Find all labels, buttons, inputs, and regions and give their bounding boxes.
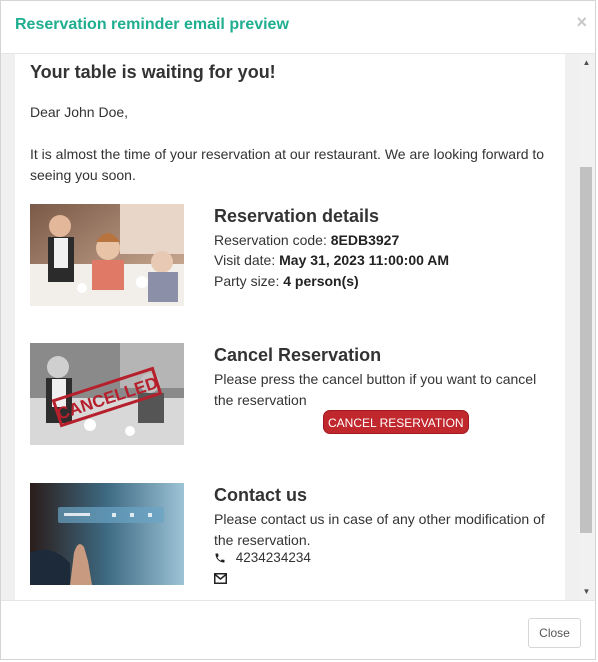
email-preview-modal: Reservation reminder email preview × You… [0, 0, 596, 660]
cancel-reservation-title: Cancel Reservation [214, 345, 382, 365]
scroll-up-arrow-icon[interactable]: ▲ [578, 54, 595, 71]
modal-footer: Close [1, 600, 595, 662]
email-intro: It is almost the time of your reservatio… [30, 146, 545, 183]
contact-us-text: Please contact us in case of any other m… [214, 511, 545, 548]
mail-icon[interactable] [214, 572, 227, 587]
close-icon[interactable]: × [576, 13, 587, 31]
contact-us-title: Contact us [214, 485, 308, 505]
modal-title: Reservation reminder email preview [15, 16, 289, 33]
cancelled-photo: CANCELLED [30, 343, 184, 445]
cancel-reservation-text: Please press the cancel button if you wa… [214, 371, 537, 408]
email-greeting: Dear John Doe, [30, 104, 129, 120]
party-size: Party size: 4 person(s) [214, 273, 359, 289]
scroll-down-arrow-icon[interactable]: ▼ [578, 583, 595, 600]
visit-date: Visit date: May 31, 2023 11:00:00 AM [214, 252, 450, 268]
reservation-code: Reservation code: 8EDB3927 [214, 232, 400, 248]
cancel-reservation-button[interactable]: CANCEL RESERVATION [323, 410, 469, 434]
contact-phone: 4234234234 [214, 550, 311, 567]
modal-header: Reservation reminder email preview × [1, 1, 595, 54]
close-button[interactable]: Close [528, 618, 581, 648]
phone-icon [214, 552, 228, 567]
email-content: Your table is waiting for you! Dear John… [15, 54, 565, 600]
scroll-thumb[interactable] [580, 167, 592, 533]
modal-scrollbar[interactable]: ▲ ▼ [578, 54, 595, 600]
modal-body[interactable]: Your table is waiting for you! Dear John… [1, 54, 595, 600]
email-heading: Your table is waiting for you! [30, 62, 276, 82]
restaurant-photo [30, 204, 184, 306]
contact-photo [30, 483, 184, 585]
contact-phone-number: 4234234234 [235, 550, 311, 565]
reservation-details-title: Reservation details [214, 206, 380, 226]
